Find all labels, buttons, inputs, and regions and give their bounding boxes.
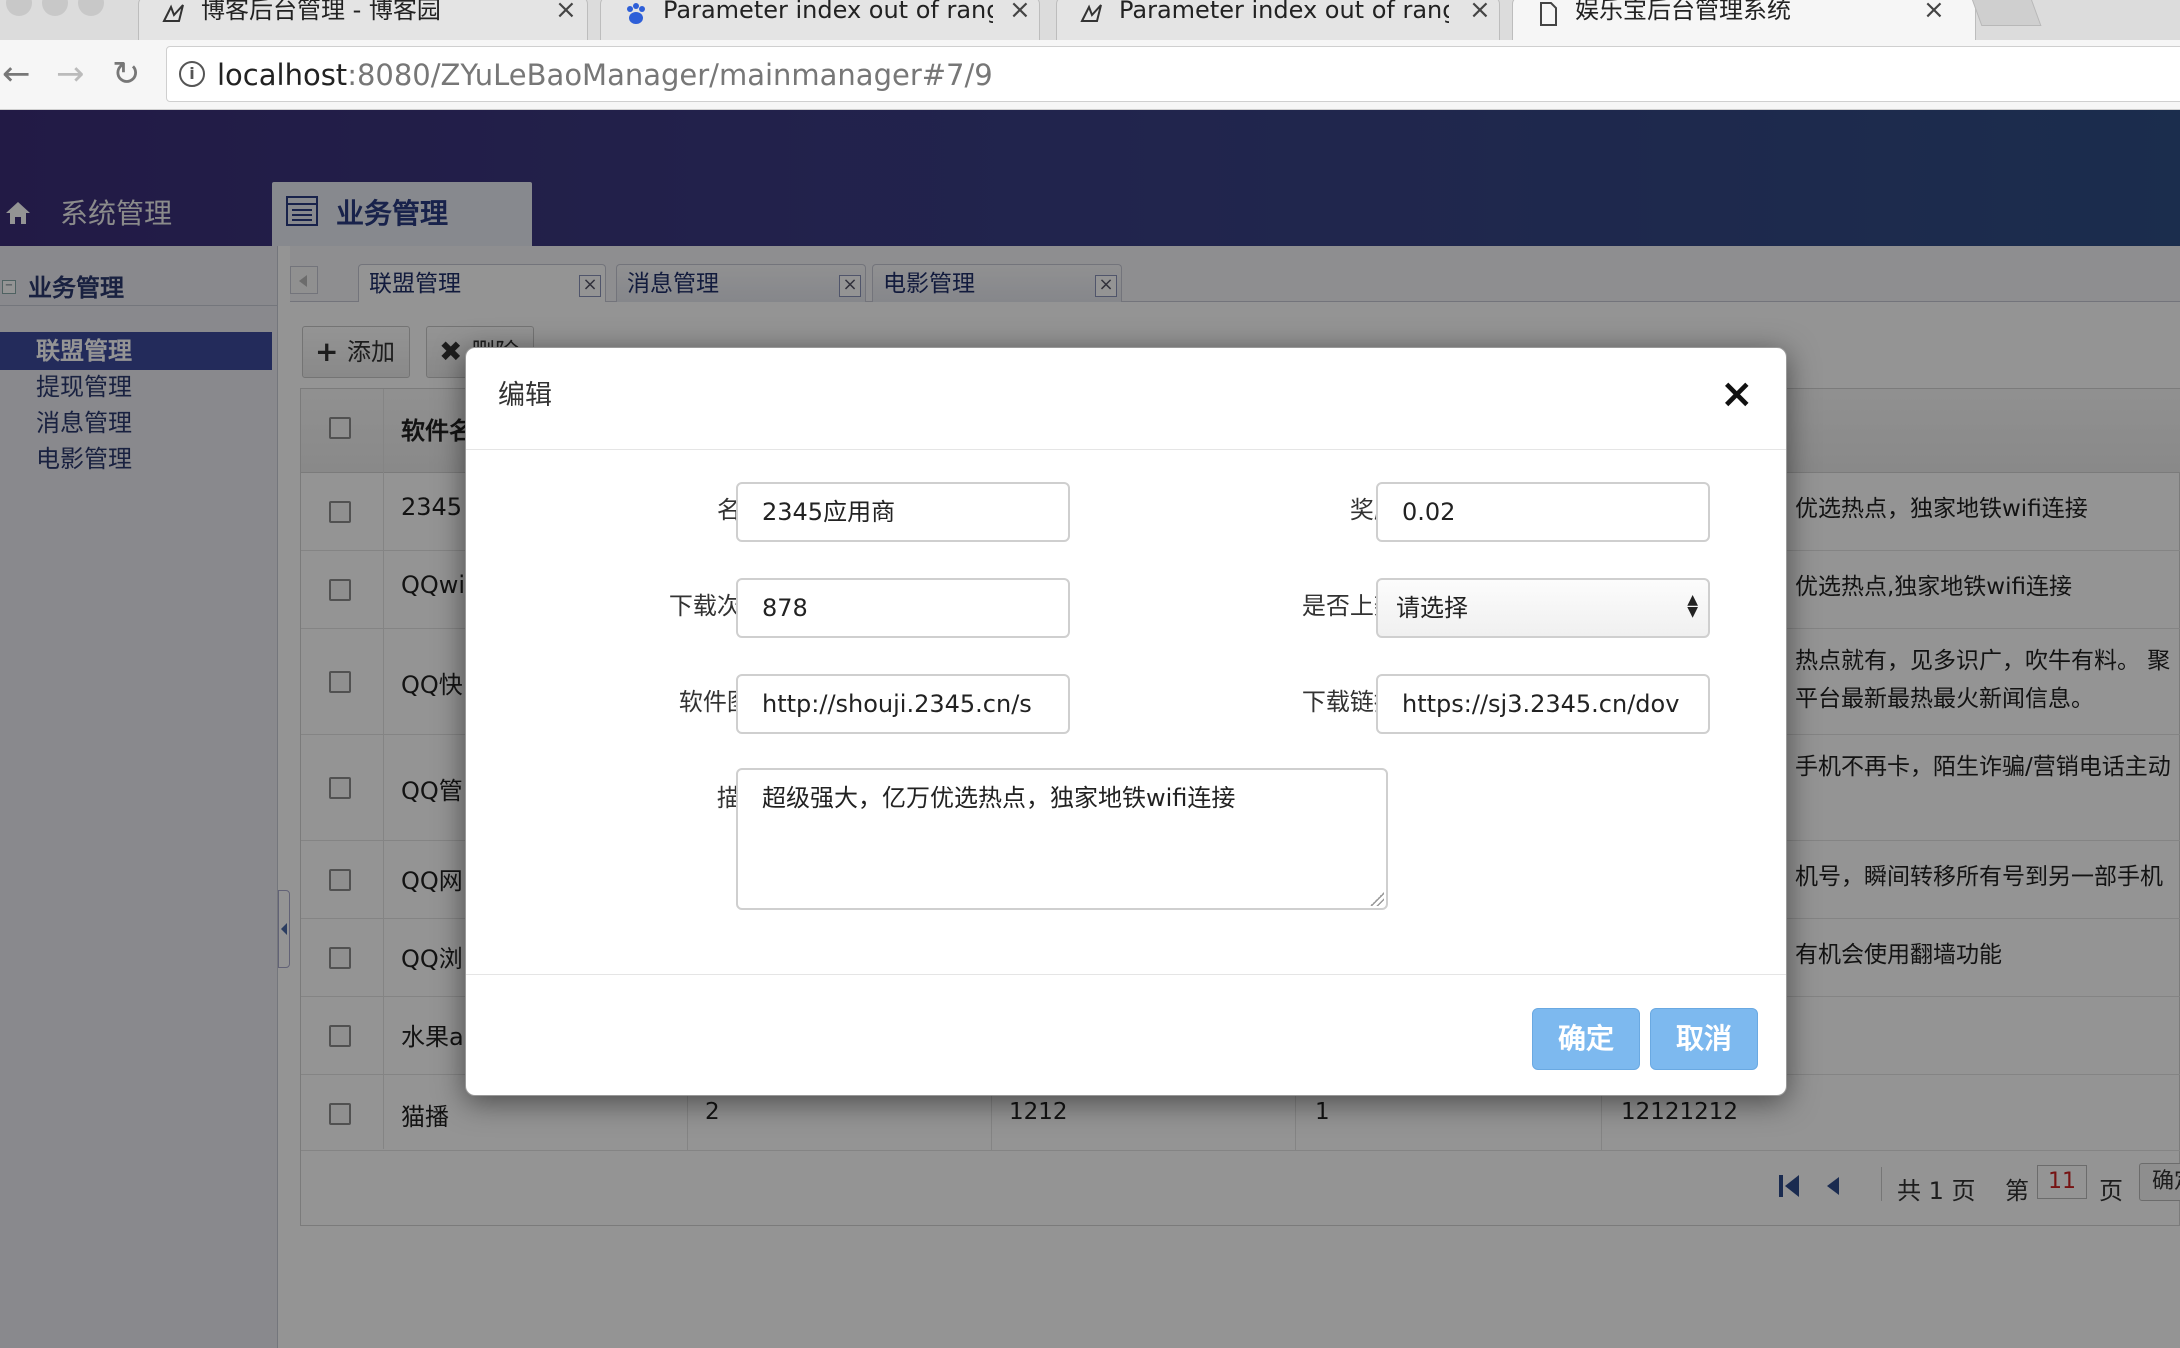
back-arrow-icon[interactable]: ←	[2, 54, 31, 94]
new-tab-button[interactable]	[1970, 0, 2042, 26]
reload-icon[interactable]: ↻	[112, 54, 141, 94]
downloads-input[interactable]: 878	[736, 578, 1070, 638]
dialog-header: 编辑 ×	[466, 348, 1786, 450]
url-field[interactable]: i localhost:8080/ZYuLeBaoManager/mainman…	[166, 46, 2180, 102]
description-text: 超级强大，亿万优选热点，独家地铁wifi连接	[762, 784, 1236, 812]
browser-tab-title: 博客后台管理 - 博客园	[201, 0, 441, 23]
address-bar: ← → ↻ i localhost:8080/ZYuLeBaoManager/m…	[0, 40, 2180, 110]
browser-tabstrip: 博客后台管理 - 博客园 × Parameter index out of ra…	[0, 0, 2180, 40]
tab-close-icon[interactable]: ×	[1923, 0, 1945, 23]
tab-close-icon[interactable]: ×	[1469, 0, 1491, 23]
info-icon[interactable]: i	[179, 61, 205, 87]
browser-tab-active[interactable]: 娱乐宝后台管理系统 ×	[1512, 0, 1976, 40]
window-minimize-dot[interactable]	[42, 0, 68, 16]
cancel-button[interactable]: 取消	[1650, 1008, 1758, 1070]
bird-icon	[1080, 4, 1102, 22]
browser-tab[interactable]: Parameter index out of range ( ×	[600, 0, 1040, 40]
window-close-dot[interactable]	[6, 0, 32, 16]
tab-close-icon[interactable]: ×	[1009, 0, 1031, 23]
tab-close-icon[interactable]: ×	[555, 0, 577, 23]
download-link-input[interactable]: https://sj3.2345.cn/dov	[1376, 674, 1710, 734]
window-zoom-dot[interactable]	[78, 0, 104, 16]
description-textarea[interactable]: 超级强大，亿万优选热点，独家地铁wifi连接	[736, 768, 1388, 910]
baidu-paw-icon	[627, 3, 645, 24]
resize-grip-icon[interactable]	[1370, 892, 1384, 906]
close-icon[interactable]: ×	[1720, 374, 1754, 414]
browser-tab[interactable]: 博客后台管理 - 博客园 ×	[138, 0, 588, 40]
listed-select-value: 请选择	[1396, 594, 1468, 622]
dialog-title: 编辑	[498, 380, 552, 411]
icon-url-input[interactable]: http://shouji.2345.cn/s	[736, 674, 1070, 734]
forward-arrow-icon[interactable]: →	[56, 54, 85, 94]
browser-tab-title: 娱乐宝后台管理系统	[1575, 0, 1791, 23]
browser-tab-title: Parameter index out of range (	[1119, 0, 1449, 23]
edit-dialog: 编辑 × 名称: 2345应用商 奖励: 0.02 下载次数: 878 是否上架…	[465, 347, 1787, 1096]
listed-select[interactable]: 请选择 ▲ ▼	[1376, 578, 1710, 638]
bird-icon	[162, 4, 184, 22]
select-arrows-icon: ▲ ▼	[1687, 592, 1698, 620]
browser-tab[interactable]: Parameter index out of range ( ×	[1056, 0, 1500, 40]
reward-input[interactable]: 0.02	[1376, 482, 1710, 542]
browser-tab-title: Parameter index out of range (	[663, 0, 993, 23]
confirm-button[interactable]: 确定	[1532, 1008, 1640, 1070]
name-input[interactable]: 2345应用商	[736, 482, 1070, 542]
dialog-footer-divider	[466, 974, 1786, 975]
page-icon	[1540, 2, 1557, 26]
url-text: localhost:8080/ZYuLeBaoManager/mainmanag…	[217, 58, 993, 92]
